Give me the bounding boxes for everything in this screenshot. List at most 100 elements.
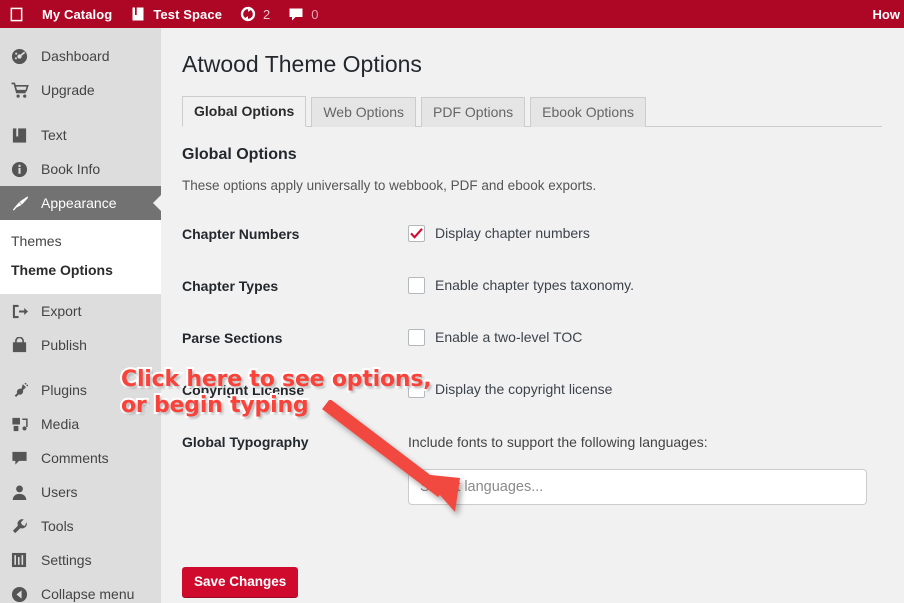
sidebar-item-export[interactable]: Export <box>0 294 161 328</box>
sidebar-item-label: Book Info <box>41 161 101 177</box>
section-description: These options apply universally to webbo… <box>182 177 597 193</box>
checkbox-enable-chapter-types[interactable] <box>408 276 425 294</box>
tab-global-options[interactable]: Global Options <box>182 95 307 127</box>
sidebar-item-settings[interactable]: Settings <box>0 543 161 577</box>
sidebar-submenu-appearance: Themes Theme Options <box>0 220 161 294</box>
admin-bar-comments[interactable]: 0 <box>279 0 327 28</box>
sidebar-item-publish[interactable]: Publish <box>0 328 161 362</box>
checkbox-label: Display chapter numbers <box>435 224 590 241</box>
admin-bar-space-label: Test Space <box>153 6 223 22</box>
sidebar-item-media[interactable]: Media <box>0 407 161 441</box>
browser-screenshot: My Catalog Test Space 2 0 How Dashboard … <box>0 0 904 603</box>
checkbox-display-copyright-license[interactable] <box>408 380 425 398</box>
tab-pdf-options[interactable]: PDF Options <box>421 96 526 127</box>
sidebar-item-dashboard[interactable]: Dashboard <box>0 39 161 73</box>
sidebar-item-book-info[interactable]: Book Info <box>0 152 161 186</box>
admin-bar-wordpress-logo[interactable] <box>0 0 33 28</box>
book-icon <box>11 125 33 145</box>
page-title: Atwood Theme Options <box>182 51 422 77</box>
tab-web-options[interactable]: Web Options <box>311 96 417 127</box>
sidebar-subitem-themes[interactable]: Themes <box>0 227 161 256</box>
current-menu-notch-icon <box>153 195 161 211</box>
wordpress-logo-icon <box>9 7 24 22</box>
cart-icon <box>11 80 33 100</box>
user-icon <box>11 482 33 502</box>
table-row: Global Typography Include fonts to suppo… <box>182 416 882 522</box>
sidebar-item-collapse-menu[interactable]: Collapse menu <box>0 577 161 603</box>
tab-ebook-options[interactable]: Ebook Options <box>530 96 646 127</box>
media-icon <box>11 414 33 434</box>
sidebar-item-tools[interactable]: Tools <box>0 509 161 543</box>
admin-sidebar-menu: Dashboard Upgrade Text Book Info Appeara… <box>0 28 161 603</box>
checkbox-enable-two-level-toc[interactable] <box>408 328 425 346</box>
row-label-chapter-types: Chapter Types <box>182 277 279 294</box>
sidebar-item-label: Dashboard <box>41 48 110 64</box>
book-icon <box>130 6 146 22</box>
sidebar-item-label: Tools <box>41 518 74 534</box>
sidebar-separator-2 <box>0 362 161 373</box>
table-row: Chapter Types Enable chapter types taxon… <box>182 260 882 312</box>
row-label-copyright-license: Copyright License <box>182 381 305 398</box>
sidebar-item-label: Media <box>41 416 80 432</box>
sidebar-item-plugins[interactable]: Plugins <box>0 373 161 407</box>
comment-bubble-icon <box>288 7 304 22</box>
publish-bag-icon <box>11 335 33 355</box>
checkbox-label: Enable chapter types taxonomy. <box>435 276 634 293</box>
sidebar-item-label: Export <box>41 303 82 319</box>
sidebar-item-label: Users <box>41 484 78 500</box>
section-title: Global Options <box>182 145 297 163</box>
field-copyright-license: Display the copyright license <box>408 380 882 398</box>
row-label-parse-sections: Parse Sections <box>182 329 283 346</box>
sidebar-item-users[interactable]: Users <box>0 475 161 509</box>
sidebar-item-label: Publish <box>41 337 87 353</box>
checkbox-display-chapter-numbers[interactable] <box>408 224 425 242</box>
brush-icon <box>11 193 33 213</box>
typography-description: Include fonts to support the following l… <box>408 433 708 450</box>
main-content: Atwood Theme Options Global Options Web … <box>161 28 904 603</box>
sidebar-top-spacer <box>0 28 161 39</box>
field-parse-sections: Enable a two-level TOC <box>408 328 882 346</box>
checkbox-label: Enable a two-level TOC <box>435 328 583 345</box>
sidebar-item-label: Upgrade <box>41 82 95 98</box>
select-languages-input[interactable]: Select languages... <box>408 468 867 505</box>
sidebar-item-label: Appearance <box>41 195 117 211</box>
checkmark-icon <box>410 227 423 239</box>
field-chapter-types: Enable chapter types taxonomy. <box>408 276 882 294</box>
sidebar-item-comments[interactable]: Comments <box>0 441 161 475</box>
export-icon <box>11 301 33 321</box>
update-icon <box>240 6 256 22</box>
admin-bar-account[interactable]: How <box>873 0 904 28</box>
plugin-icon <box>11 380 33 400</box>
sidebar-item-label: Text <box>41 127 67 143</box>
collapse-arrow-icon <box>11 584 33 603</box>
admin-bar-updates-count: 2 <box>263 6 271 22</box>
wrench-icon <box>11 516 33 536</box>
admin-bar-book-space[interactable]: Test Space <box>121 0 231 28</box>
sidebar-separator-1 <box>0 107 161 118</box>
info-icon <box>11 159 33 179</box>
sidebar-item-label: Comments <box>41 450 109 466</box>
admin-bar-updates[interactable]: 2 <box>231 0 279 28</box>
sidebar-item-text[interactable]: Text <box>0 118 161 152</box>
options-form-table: Chapter Numbers Display chapter numbers … <box>182 208 882 522</box>
admin-bar-site-name[interactable]: My Catalog <box>33 0 121 28</box>
sidebar-item-label: Collapse menu <box>41 586 135 602</box>
save-changes-button[interactable]: Save Changes <box>182 567 299 597</box>
admin-bar-site-label: My Catalog <box>42 6 113 22</box>
field-chapter-numbers: Display chapter numbers <box>408 224 882 242</box>
sidebar-item-appearance[interactable]: Appearance <box>0 186 161 220</box>
admin-bar: My Catalog Test Space 2 0 How <box>0 0 904 28</box>
sidebar-item-upgrade[interactable]: Upgrade <box>0 73 161 107</box>
sliders-icon <box>11 550 33 570</box>
admin-bar-howdy-label: How <box>872 6 900 22</box>
table-row: Parse Sections Enable a two-level TOC <box>182 312 882 364</box>
sidebar-subitem-theme-options[interactable]: Theme Options <box>0 256 161 285</box>
dashboard-icon <box>11 46 33 66</box>
checkbox-label: Display the copyright license <box>435 380 613 397</box>
sidebar-item-label: Plugins <box>41 382 87 398</box>
row-label-chapter-numbers: Chapter Numbers <box>182 225 300 242</box>
comment-bubble-icon <box>11 448 33 468</box>
table-row: Chapter Numbers Display chapter numbers <box>182 208 882 260</box>
select-languages-placeholder: Select languages... <box>420 478 544 495</box>
table-row: Copyright License Display the copyright … <box>182 364 882 416</box>
